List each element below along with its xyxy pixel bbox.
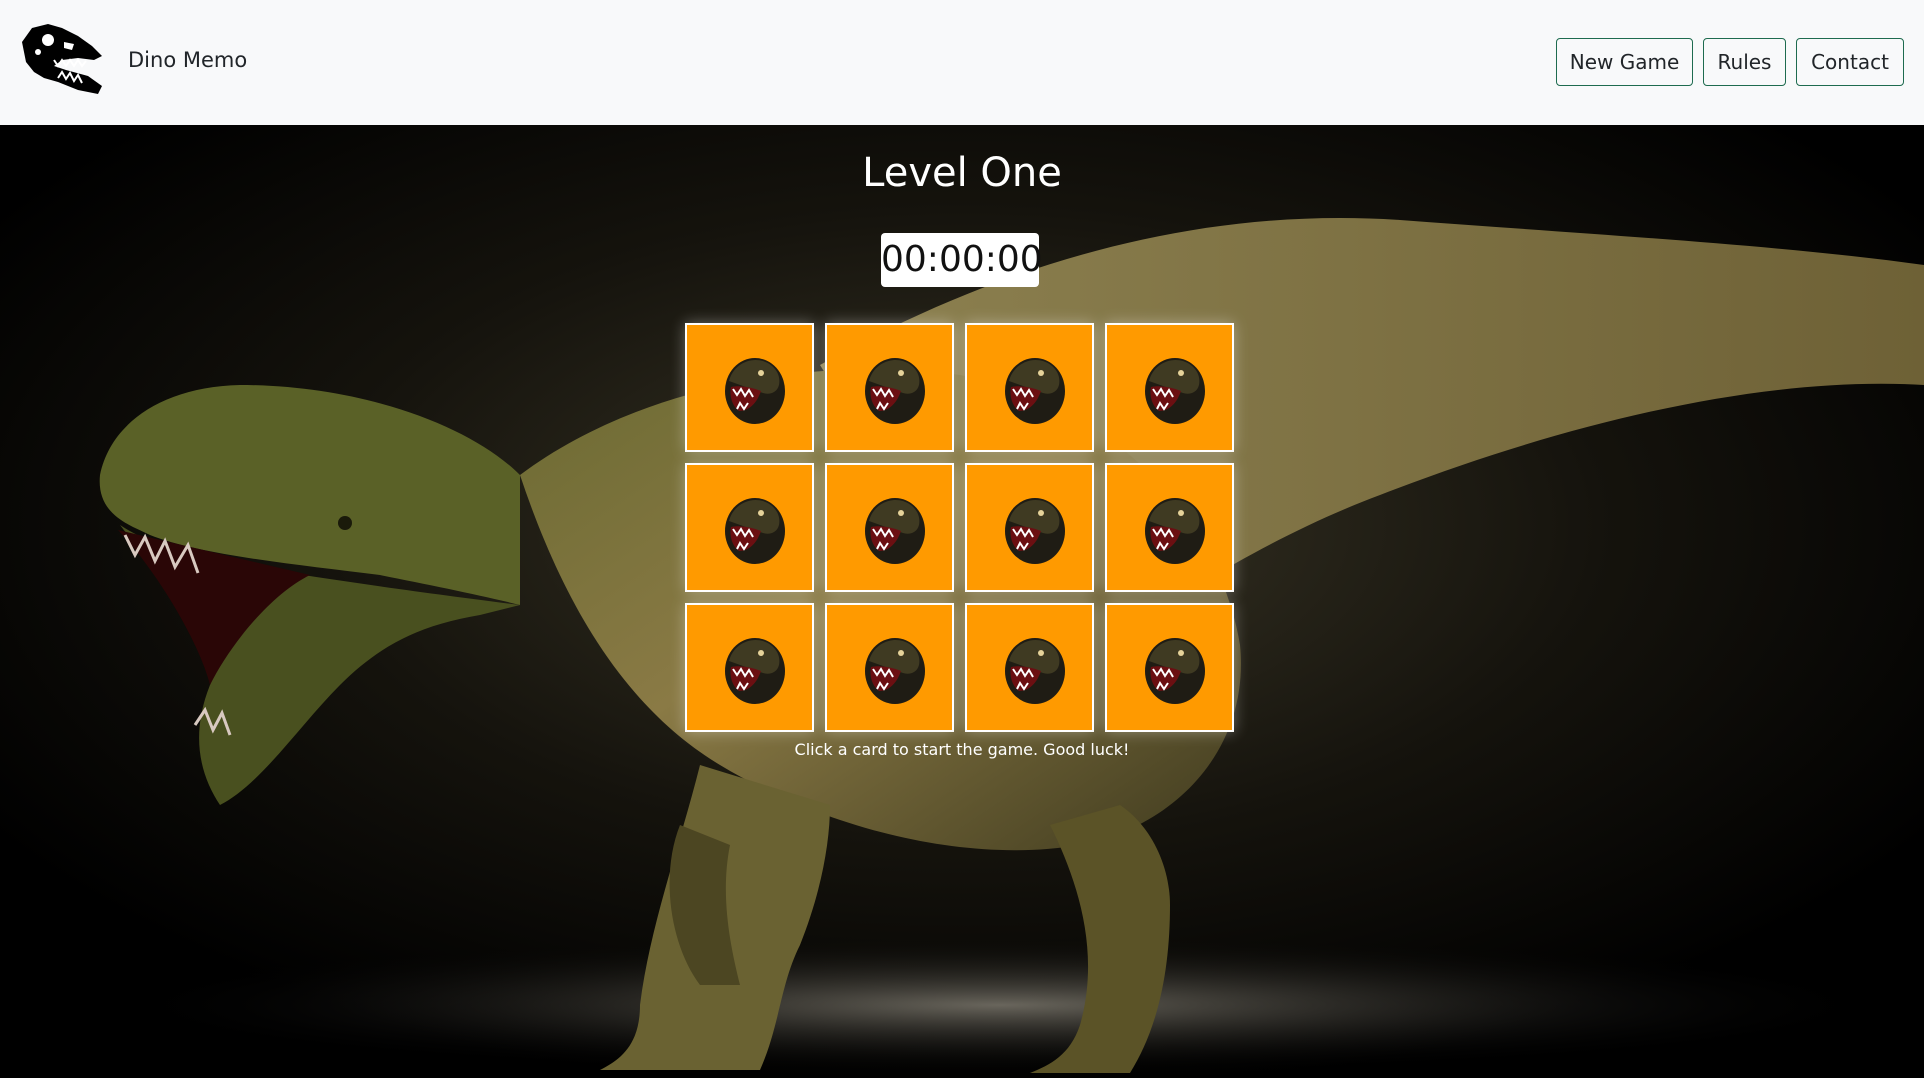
- memory-card[interactable]: [825, 323, 954, 452]
- memory-card[interactable]: [965, 463, 1094, 592]
- memory-card[interactable]: [1105, 323, 1234, 452]
- memory-card[interactable]: [825, 463, 954, 592]
- memory-card[interactable]: [685, 603, 814, 732]
- navbar: Dino Memo New Game Rules Contact: [0, 0, 1924, 125]
- memory-card[interactable]: [1105, 463, 1234, 592]
- memory-card[interactable]: [685, 323, 814, 452]
- memory-card[interactable]: [965, 603, 1094, 732]
- start-hint: Click a card to start the game. Good luc…: [794, 740, 1130, 759]
- new-game-button[interactable]: New Game: [1556, 38, 1693, 86]
- game-timer: 00:00:00: [881, 233, 1043, 287]
- brand-title[interactable]: Dino Memo: [128, 48, 247, 72]
- memory-card[interactable]: [965, 323, 1094, 452]
- contact-button[interactable]: Contact: [1796, 38, 1904, 86]
- memory-card[interactable]: [825, 603, 954, 732]
- memory-card[interactable]: [685, 463, 814, 592]
- dino-skull-icon[interactable]: [18, 22, 106, 100]
- rules-button[interactable]: Rules: [1703, 38, 1786, 86]
- game-stage: Level One 00:00:00 Click a card to start…: [0, 125, 1924, 1078]
- memory-card[interactable]: [1105, 603, 1234, 732]
- level-title: Level One: [862, 150, 1062, 196]
